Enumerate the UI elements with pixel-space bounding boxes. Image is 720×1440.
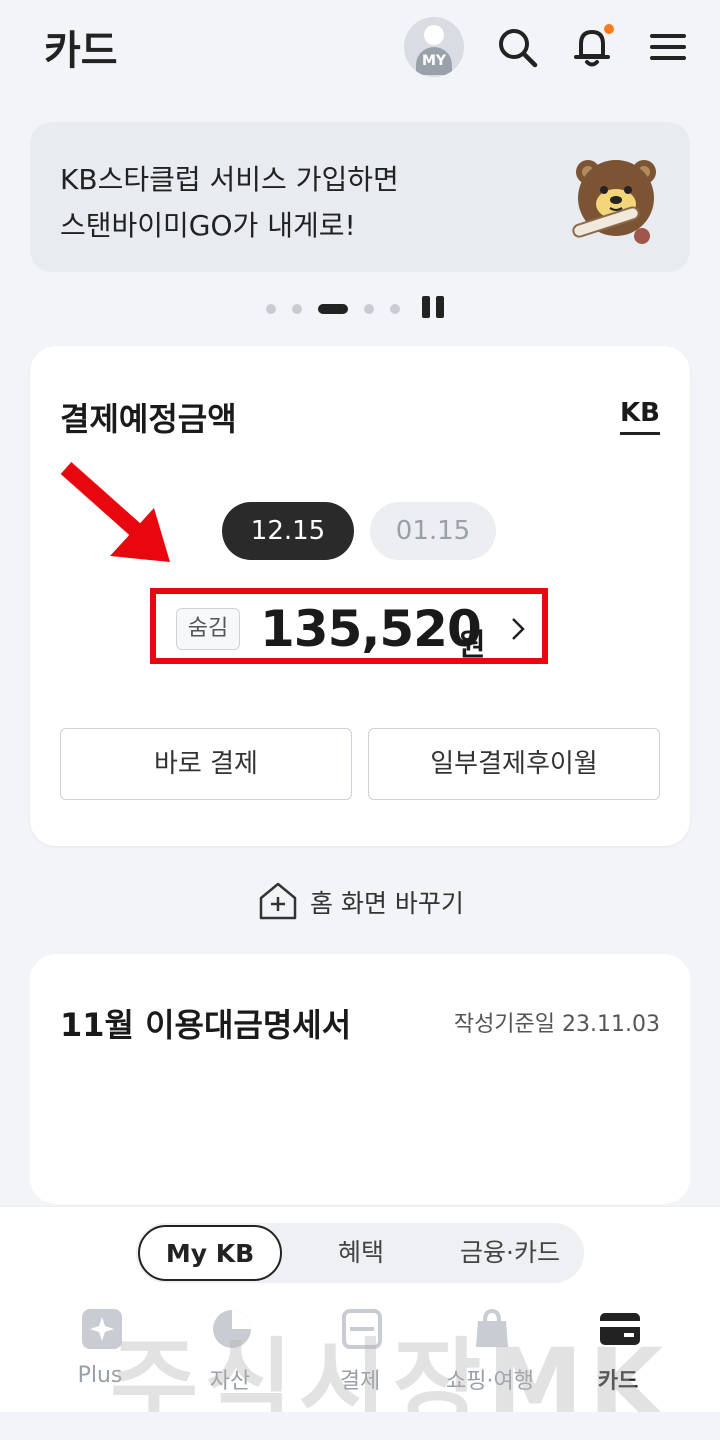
hide-amount-button[interactable]: 숨김	[176, 608, 240, 650]
pause-icon[interactable]	[420, 296, 446, 320]
partial-payment-button[interactable]: 일부결제후이월	[368, 728, 660, 800]
tab-label: 자산	[209, 1369, 251, 1394]
payment-amount[interactable]: 135,520	[260, 600, 482, 658]
my-avatar-button[interactable]: MY	[404, 17, 464, 77]
tab-label: Plus	[77, 1363, 123, 1388]
tab-label: 쇼핑·여행	[446, 1369, 534, 1394]
statement-title: 11월 이용대금명세서	[60, 1006, 352, 1044]
tab-payment[interactable]: 결제	[300, 1303, 420, 1399]
card-icon	[600, 1313, 640, 1345]
tab-label: 카드	[597, 1369, 639, 1394]
sparkle-icon	[82, 1309, 122, 1349]
top-header: 카드 MY	[0, 0, 720, 100]
shopping-bag-icon	[476, 1308, 508, 1347]
payment-due-card: 결제예정금액 KB 12.15 01.15 숨김 135,520 원 바로 결제…	[30, 346, 690, 846]
date-chip-selected[interactable]: 12.15	[222, 502, 354, 560]
statement-card[interactable]: 11월 이용대금명세서 작성기준일 23.11.03	[30, 954, 690, 1204]
avatar-head	[424, 25, 444, 45]
carousel-dot[interactable]	[364, 304, 374, 314]
bear-character-icon	[572, 160, 656, 244]
statement-date: 작성기준일 23.11.03	[453, 1012, 660, 1037]
change-home-screen-link[interactable]: 홈 화면 바꾸기	[0, 872, 720, 926]
card-brand-link[interactable]: KB	[620, 398, 660, 435]
payment-due-title: 결제예정금액	[60, 400, 237, 438]
page-title: 카드	[44, 28, 118, 74]
carousel-dot-active[interactable]	[318, 304, 348, 314]
carousel-dot[interactable]	[292, 304, 302, 314]
carousel-dot[interactable]	[390, 304, 400, 314]
carousel-dot[interactable]	[266, 304, 276, 314]
search-icon[interactable]	[492, 22, 542, 72]
promo-banner[interactable]: KB스타클럽 서비스 가입하면 스탠바이미GO가 내게로!	[30, 122, 690, 272]
pie-chart-icon	[213, 1310, 251, 1348]
scan-icon	[342, 1309, 382, 1349]
date-chip[interactable]: 01.15	[370, 502, 496, 560]
amount-highlight-box: 숨김 135,520 원	[150, 588, 548, 664]
home-plus-icon	[259, 882, 297, 920]
system-bar	[0, 1412, 720, 1440]
carousel-indicator	[0, 296, 720, 320]
segment-finance-card[interactable]: 금융·카드	[436, 1223, 584, 1283]
red-arrow-annotation	[60, 462, 170, 562]
menu-icon[interactable]	[643, 22, 693, 72]
notification-dot	[604, 24, 614, 34]
avatar-label: MY	[421, 53, 447, 69]
tab-card[interactable]: 카드	[558, 1303, 678, 1399]
change-home-screen-label: 홈 화면 바꾸기	[310, 889, 464, 918]
segment-benefits[interactable]: 혜택	[306, 1223, 416, 1283]
tab-shopping-travel[interactable]: 쇼핑·여행	[430, 1303, 550, 1399]
pay-now-button[interactable]: 바로 결제	[60, 728, 352, 800]
segment-my-kb[interactable]: My KB	[138, 1225, 282, 1281]
currency-unit: 원	[458, 628, 486, 663]
bottom-navigation: My KB 혜택 금융·카드 Plus 자산 결제 쇼핑·여행 카드	[0, 1206, 720, 1412]
segment-control: My KB 혜택 금융·카드	[136, 1223, 584, 1283]
tab-assets[interactable]: 자산	[170, 1303, 290, 1399]
tab-label: 결제	[339, 1369, 381, 1394]
banner-line-1: KB스타클럽 서비스 가입하면	[60, 163, 399, 196]
tab-plus[interactable]: Plus	[40, 1303, 160, 1399]
chevron-right-icon[interactable]	[508, 614, 528, 644]
banner-line-2: 스탠바이미GO가 내게로!	[60, 209, 356, 242]
